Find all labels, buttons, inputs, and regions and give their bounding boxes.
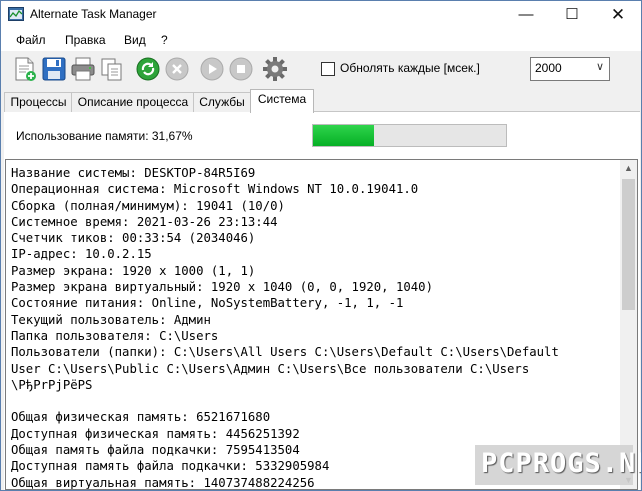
vertical-scrollbar[interactable]: ▲ ▼ — [620, 160, 637, 489]
app-icon — [8, 7, 24, 21]
print-icon[interactable] — [70, 56, 96, 82]
watermark-logo: PCPROGS.NET — [475, 445, 641, 485]
tab-processes[interactable]: Процессы — [4, 92, 73, 112]
system-info-lines: Название системы: DESKTOP-84R5I69 Операци… — [11, 165, 611, 489]
copy-icon[interactable] — [99, 56, 125, 82]
info-line — [11, 393, 611, 409]
main-window: Alternate Task Manager — ☐ ✕ Файл Правка… — [0, 0, 642, 491]
tab-system[interactable]: Система — [250, 89, 314, 113]
new-process-icon[interactable] — [12, 56, 38, 82]
info-line: Название системы: DESKTOP-84R5I69 — [11, 166, 256, 180]
info-line: User C:\Users\Public C:\Users\Админ C:\U… — [11, 361, 530, 376]
interval-value: 2000 — [535, 61, 562, 75]
info-line: Текущий пользователь: Админ — [11, 312, 211, 327]
menu-file[interactable]: Файл — [16, 33, 46, 47]
menu-edit[interactable]: Правка — [65, 33, 106, 47]
memory-progress-fill — [313, 125, 375, 146]
memory-progress-bar — [312, 124, 507, 147]
refresh-icon[interactable] — [135, 56, 161, 82]
system-info-textbox[interactable]: Название системы: DESKTOP-84R5I69 Операци… — [5, 159, 638, 490]
scroll-up-icon[interactable]: ▲ — [620, 160, 637, 177]
stop-icon[interactable] — [164, 56, 190, 82]
info-line: Системное время: 2021-03-26 23:13:44 — [11, 214, 278, 229]
tab-services[interactable]: Службы — [193, 92, 251, 112]
play-icon[interactable] — [199, 56, 225, 82]
info-line: Пользователи (папки): C:\Users\All Users… — [11, 345, 559, 360]
refresh-checkbox-label: Обнолять каждые [мсек.] — [340, 61, 480, 75]
tab-process-description[interactable]: Описание процесса — [71, 92, 195, 112]
info-line: Общая физическая память: 6521671680 — [11, 410, 271, 425]
info-line: Операционная система: Microsoft Windows … — [11, 182, 419, 197]
minimize-button[interactable]: — — [503, 1, 549, 29]
watermark-text: PCPROGS.NET — [481, 448, 641, 479]
info-line: Размер экрана виртуальный: 1920 x 1040 (… — [11, 280, 433, 295]
info-line: Папка пользователя: C:\Users — [11, 328, 219, 343]
refresh-checkbox[interactable] — [321, 62, 335, 76]
chevron-down-icon: ∨ — [595, 61, 604, 73]
menu-bar: Файл Правка Вид ? — [1, 29, 641, 51]
info-line: Сборка (полная/минимум): 19041 (10/0) — [11, 198, 285, 213]
maximize-button[interactable]: ☐ — [549, 1, 595, 29]
info-line: Счетчик тиков: 00:33:54 (2034046) — [11, 231, 256, 246]
scrollbar-thumb[interactable] — [622, 179, 635, 310]
info-line: Доступная физическая память: 4456251392 — [11, 426, 300, 441]
interval-select[interactable]: 2000 ∨ — [530, 57, 610, 81]
title-bar: Alternate Task Manager — ☐ ✕ — [1, 1, 641, 29]
pause-icon[interactable] — [228, 56, 254, 82]
menu-help[interactable]: ? — [161, 33, 168, 47]
info-line: Состояние питания: Online, NoSystemBatte… — [11, 296, 404, 311]
info-line: IP-адрес: 10.0.2.15 — [11, 247, 152, 262]
window-title: Alternate Task Manager — [30, 7, 157, 21]
info-line: Размер экрана: 1920 x 1000 (1, 1) — [11, 263, 256, 278]
info-line: \PђPrPjPëPS — [11, 377, 93, 392]
settings-icon[interactable] — [262, 56, 288, 82]
close-button[interactable]: ✕ — [595, 1, 641, 29]
menu-view[interactable]: Вид — [124, 33, 146, 47]
save-icon[interactable] — [41, 56, 67, 82]
memory-usage-label: Использование памяти: 31,67% — [16, 129, 193, 143]
